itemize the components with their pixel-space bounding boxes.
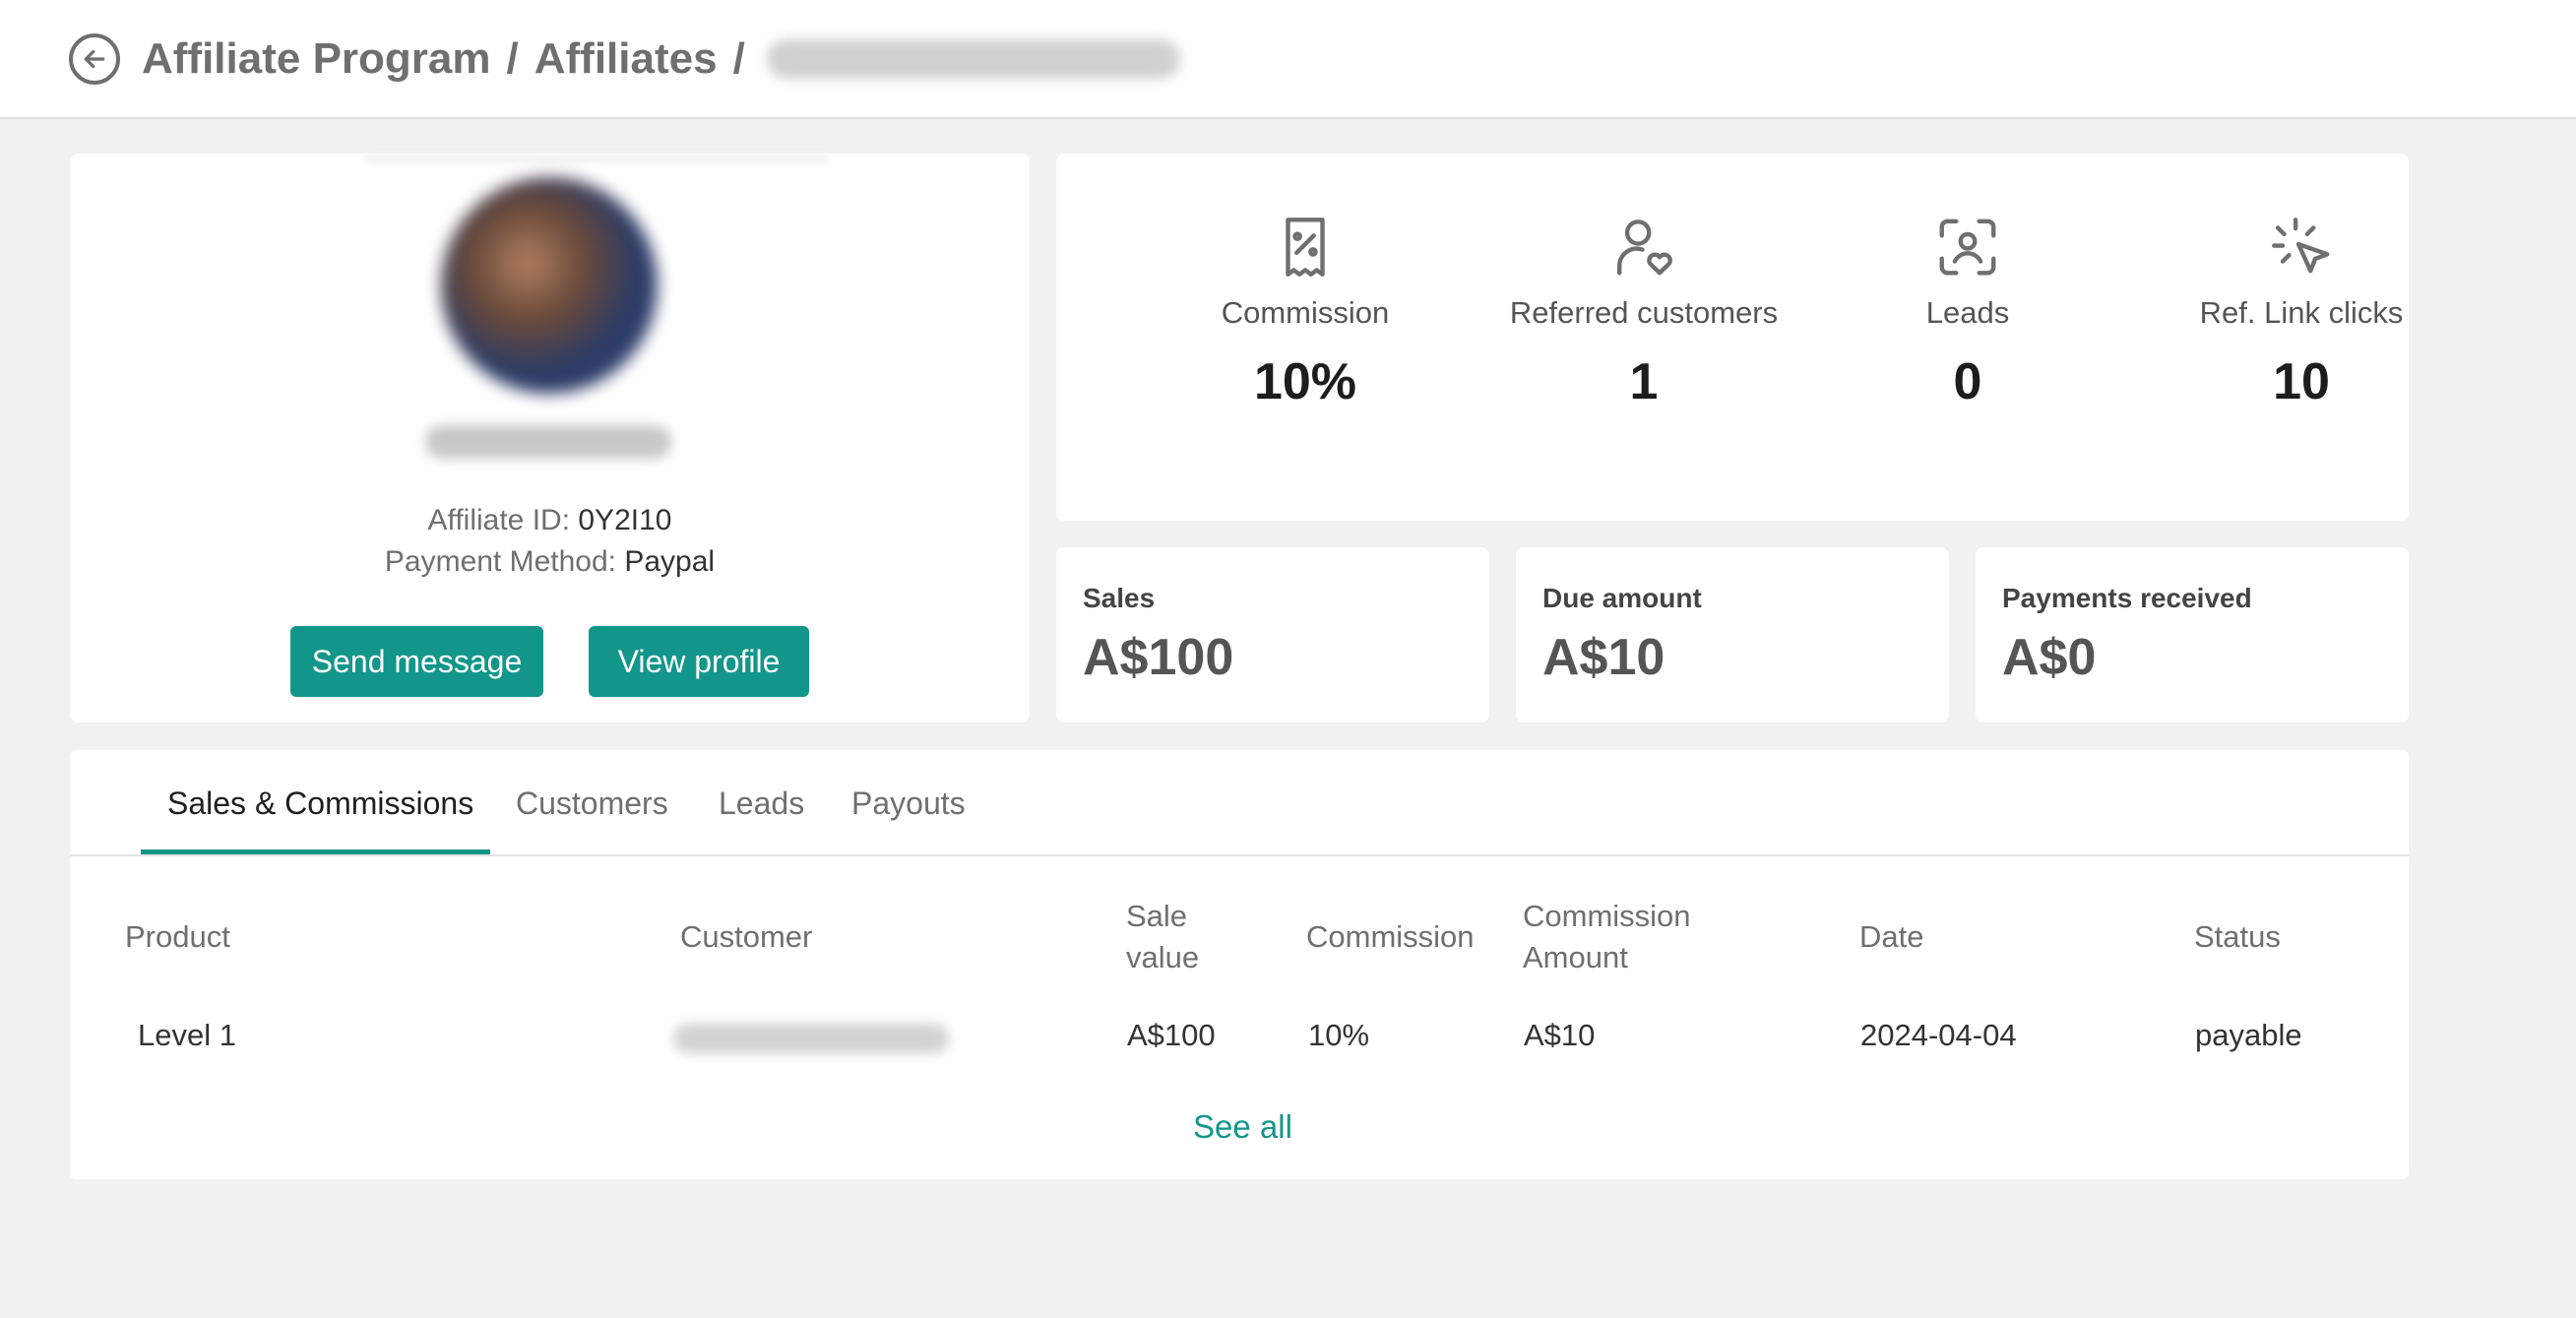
column-header-customer[interactable]: Customer <box>680 916 812 958</box>
cell-customer-blurred <box>673 1024 949 1053</box>
stat-leads: Leads 0 <box>1810 213 2125 411</box>
payments-received-value: A$0 <box>2002 629 2097 686</box>
payment-method-value: Paypal <box>624 545 716 578</box>
user-heart-icon <box>1617 220 1672 276</box>
tab-bar: Sales & Commissions Customers Leads Payo… <box>70 750 2409 856</box>
stat-value: 10 <box>2273 353 2330 410</box>
payment-method-label: Payment Method: <box>384 545 617 578</box>
cell-sale-value: A$100 <box>1127 1018 1216 1052</box>
stat-value: 1 <box>1629 353 1659 410</box>
due-amount-value: A$10 <box>1542 629 1665 686</box>
active-tab-indicator <box>141 849 490 854</box>
cursor-click-icon <box>2272 218 2330 274</box>
stat-referred-customers: Referred customers 1 <box>1486 213 1801 411</box>
stat-label: Commission <box>1221 295 1390 330</box>
see-all-link[interactable]: See all <box>1193 1108 1292 1146</box>
affiliate-id-value: 0Y2I10 <box>578 504 672 536</box>
breadcrumb-separator: / <box>732 33 745 83</box>
tab-customers[interactable]: Customers <box>516 785 668 822</box>
breadcrumb: Affiliate Program / Affiliates / <box>142 34 1180 84</box>
breadcrumb-affiliates[interactable]: Affiliates <box>534 34 718 84</box>
payments-received-label: Payments received <box>2002 583 2252 613</box>
face-scan-icon <box>1939 219 1996 276</box>
profile-card-fade <box>365 154 828 163</box>
page-header: Affiliate Program / Affiliates / <box>0 0 2576 119</box>
stat-label: Leads <box>1925 295 2010 330</box>
payment-method-line: Payment Method: Paypal <box>70 545 1030 579</box>
column-header-status[interactable]: Status <box>2194 916 2281 958</box>
due-amount-card: Due amount A$10 <box>1516 547 1949 722</box>
cell-status: payable <box>2195 1018 2302 1052</box>
column-header-sale-value[interactable]: Sale value <box>1126 896 1215 978</box>
profile-name-blurred <box>425 425 671 459</box>
affiliate-id-label: Affiliate ID: <box>427 504 571 536</box>
send-message-button[interactable]: Send message <box>290 626 543 697</box>
breadcrumb-current-blurred <box>766 38 1180 79</box>
sales-card: Sales A$100 <box>1056 547 1489 722</box>
column-header-commission[interactable]: Commission <box>1306 916 1475 958</box>
tab-sales-commissions[interactable]: Sales & Commissions <box>167 785 473 822</box>
cell-commission: 10% <box>1308 1018 1370 1052</box>
stat-value: 0 <box>1953 353 1982 410</box>
breadcrumb-separator: / <box>506 33 519 83</box>
stats-card: Commission 10% Referred customers 1 Lead… <box>1056 154 2409 521</box>
column-header-commission-amount[interactable]: Commission Amount <box>1523 896 1729 978</box>
cell-date: 2024-04-04 <box>1860 1018 2017 1052</box>
cell-commission-amount: A$10 <box>1524 1018 1596 1052</box>
column-header-product[interactable]: Product <box>125 916 230 958</box>
view-profile-button[interactable]: View profile <box>589 626 809 697</box>
avatar <box>441 177 658 394</box>
stat-commission: Commission 10% <box>1148 213 1463 411</box>
tab-payouts[interactable]: Payouts <box>851 785 966 822</box>
arrow-left-icon <box>84 49 105 68</box>
breadcrumb-affiliate-program[interactable]: Affiliate Program <box>142 34 491 84</box>
due-amount-label: Due amount <box>1542 583 1702 613</box>
receipt-percent-icon <box>1286 218 1325 277</box>
stat-ref-link-clicks: Ref. Link clicks 10 <box>2144 213 2459 411</box>
sales-label: Sales <box>1083 583 1156 613</box>
cell-product[interactable]: Level 1 <box>138 1018 236 1053</box>
stat-label: Ref. Link clicks <box>2199 295 2404 330</box>
payments-received-card: Payments received A$0 <box>1976 547 2409 722</box>
back-button[interactable] <box>69 32 120 85</box>
column-header-date[interactable]: Date <box>1859 916 1923 958</box>
stat-label: Referred customers <box>1509 295 1779 330</box>
tab-leads[interactable]: Leads <box>719 785 804 822</box>
affiliate-id-line: Affiliate ID: 0Y2I10 <box>70 504 1030 537</box>
stat-value: 10% <box>1253 353 1357 410</box>
sales-value: A$100 <box>1083 629 1234 686</box>
